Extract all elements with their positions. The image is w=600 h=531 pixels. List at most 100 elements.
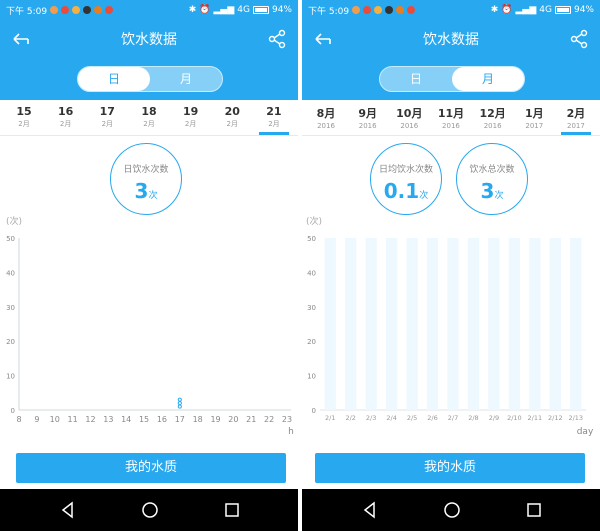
y-tick-label: 0 <box>11 407 15 415</box>
notification-icon <box>50 6 59 14</box>
x-tick-label: 16 <box>157 415 167 424</box>
date-selector: 15 2月 16 2月 17 2月 18 2月 19 2月 20 2月 21 2月 <box>0 100 298 136</box>
date-item[interactable]: 11月 2016 <box>431 100 471 135</box>
back-nav-icon[interactable] <box>360 500 380 520</box>
day-month-toggle: 日 月 <box>379 66 525 92</box>
date-item[interactable]: 21 2月 <box>254 100 294 135</box>
background-bar <box>345 238 357 410</box>
month-tab[interactable]: 月 <box>150 67 222 91</box>
date-item[interactable]: 9月 2016 <box>348 100 388 135</box>
y-tick-label: 30 <box>307 304 316 312</box>
signal-icon: ▂▄▆ <box>515 5 537 15</box>
date-item[interactable]: 2月 2017 <box>556 100 596 135</box>
date-item[interactable]: 19 2月 <box>171 100 211 135</box>
background-bar <box>467 238 480 410</box>
day-month-toggle: 日 月 <box>77 66 223 92</box>
status-bar: 下午 5:09 ✱ ⏰ ▂▄▆ 4G 94% <box>302 0 600 20</box>
month-tab[interactable]: 月 <box>452 67 524 91</box>
x-tick-label: 19 <box>210 415 220 424</box>
stat-value: 3次 <box>134 179 158 203</box>
date-item[interactable]: 17 2月 <box>87 100 127 135</box>
battery-label: 94% <box>573 5 594 15</box>
x-tick-label: 2/8 <box>468 414 478 422</box>
notification-icon <box>61 6 70 14</box>
battery-icon <box>252 6 269 14</box>
background-bar <box>426 238 439 410</box>
background-bar <box>488 238 500 410</box>
date-main-label: 17 <box>99 105 115 118</box>
date-item[interactable]: 18 2月 <box>129 100 169 135</box>
total-count-stat: 饮水总次数 3次 <box>456 143 528 215</box>
background-bar <box>570 238 582 410</box>
page-title: 饮水数据 <box>423 32 479 48</box>
y-axis-unit-label: (次) <box>306 217 323 227</box>
page-title: 饮水数据 <box>121 32 177 48</box>
my-water-quality-button[interactable]: 我的水质 <box>16 453 286 483</box>
stat-label: 饮水总次数 <box>469 165 515 175</box>
x-tick-label: 18 <box>193 415 203 424</box>
home-nav-icon[interactable] <box>140 500 160 520</box>
stat-label: 日饮水次数 <box>123 165 169 175</box>
x-tick-label: 23 <box>282 415 292 424</box>
x-tick-label: 2/12 <box>548 414 563 422</box>
date-item[interactable]: 1月 2017 <box>514 100 554 135</box>
date-item[interactable]: 15 2月 <box>4 100 44 135</box>
background-bar <box>324 238 336 410</box>
date-sub-label: 2016 <box>317 122 335 130</box>
date-main-label: 21 <box>266 105 282 118</box>
back-nav-icon[interactable] <box>58 500 78 520</box>
x-tick-label: 2/7 <box>448 414 458 422</box>
day-tab[interactable]: 日 <box>78 67 150 91</box>
home-nav-icon[interactable] <box>442 500 462 520</box>
date-sub-label: 2月 <box>59 120 72 128</box>
date-main-label: 15 <box>16 105 32 118</box>
selected-indicator <box>560 132 591 135</box>
day-tab[interactable]: 日 <box>380 67 452 91</box>
data-point <box>177 404 182 409</box>
date-sub-label: 2016 <box>358 122 377 130</box>
notification-icon <box>407 6 416 14</box>
date-item[interactable]: 8月 2016 <box>306 100 346 135</box>
x-tick-label: 2/4 <box>386 414 396 422</box>
x-tick-label: 2/9 <box>489 414 499 422</box>
x-tick-label: 10 <box>50 415 60 424</box>
y-tick-label: 40 <box>307 269 316 277</box>
y-tick-label: 10 <box>6 373 15 381</box>
view-toggle-area: 日 月 <box>302 58 600 100</box>
recents-nav-icon[interactable] <box>524 500 544 520</box>
x-tick-label: 22 <box>264 415 274 424</box>
date-item[interactable]: 10月 2016 <box>389 100 429 135</box>
stat-value: 3次 <box>480 179 504 203</box>
date-sub-label: 2月 <box>226 120 239 128</box>
notification-icon <box>105 6 114 14</box>
date-sub-label: 2月 <box>18 120 30 128</box>
y-tick-label: 50 <box>307 235 316 243</box>
x-tick-label: 2/6 <box>427 414 437 422</box>
y-tick-label: 50 <box>6 235 15 243</box>
recents-nav-icon[interactable] <box>222 500 242 520</box>
y-tick-label: 30 <box>6 304 15 312</box>
app-bar: 饮水数据 <box>0 20 298 58</box>
x-tick-label: 12 <box>85 415 95 424</box>
share-icon[interactable] <box>568 28 590 50</box>
view-toggle-area: 日 月 <box>0 58 298 100</box>
my-water-quality-button[interactable]: 我的水质 <box>315 453 585 483</box>
date-item[interactable]: 20 2月 <box>212 100 252 135</box>
date-main-label: 9月 <box>358 107 377 120</box>
share-icon[interactable] <box>266 28 288 50</box>
x-tick-label: 17 <box>175 415 185 424</box>
y-tick-label: 20 <box>307 338 316 346</box>
notification-icon <box>385 6 394 14</box>
date-item[interactable]: 12月 2016 <box>473 100 513 135</box>
month-selector: 8月 2016 9月 2016 10月 2016 11月 2016 12月 2016 1月 2017 2… <box>302 100 600 136</box>
x-tick-label: 2/10 <box>507 414 522 422</box>
stat-value: 0.1次 <box>383 179 429 203</box>
status-time: 下午 5:09 <box>308 6 350 17</box>
date-item[interactable]: 16 2月 <box>46 100 86 135</box>
date-sub-label: 2017 <box>567 122 585 130</box>
date-sub-label: 2016 <box>400 122 419 130</box>
x-tick-label: 2/3 <box>366 414 376 422</box>
date-sub-label: 2016 <box>442 122 460 130</box>
selected-indicator <box>258 132 289 135</box>
battery-label: 94% <box>271 5 292 15</box>
